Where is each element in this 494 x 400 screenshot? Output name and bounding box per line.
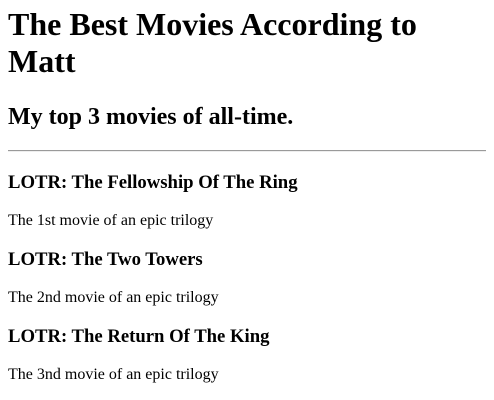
- list-item: LOTR: The Return Of The King The 3nd mov…: [8, 326, 486, 384]
- page: The Best Movies According to Matt My top…: [0, 0, 494, 400]
- movie-title: LOTR: The Fellowship Of The Ring: [8, 172, 298, 193]
- list-item: LOTR: The Fellowship Of The Ring The 1st…: [8, 172, 486, 230]
- page-subtitle: My top 3 movies of all-time.: [8, 104, 294, 130]
- movie-description: The 1st movie of an epic trilogy: [8, 212, 214, 229]
- list-item: LOTR: The Two Towers The 2nd movie of an…: [8, 249, 486, 307]
- movie-title: LOTR: The Two Towers: [8, 249, 203, 270]
- page-title: The Best Movies According to Matt: [8, 6, 417, 79]
- movie-list: LOTR: The Fellowship Of The Ring The 1st…: [8, 172, 486, 384]
- movie-title: LOTR: The Return Of The King: [8, 326, 270, 347]
- divider: [8, 150, 486, 152]
- movie-description: The 2nd movie of an epic trilogy: [8, 289, 219, 306]
- movie-description: The 3nd movie of an epic trilogy: [8, 366, 219, 383]
